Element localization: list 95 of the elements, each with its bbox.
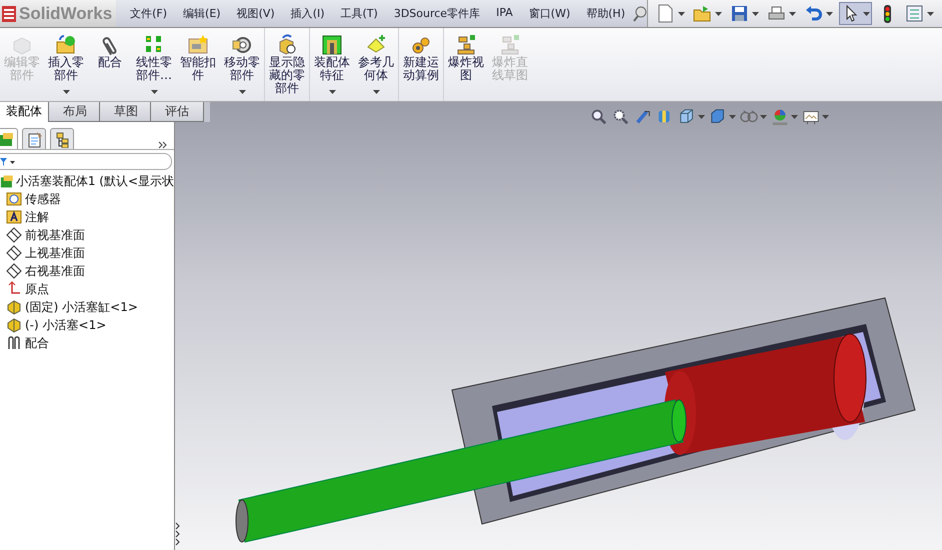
menu-item[interactable]: 文件(F) xyxy=(122,6,176,21)
open-icon xyxy=(693,4,712,23)
tree-item[interactable]: 原点 xyxy=(0,280,174,298)
dropdown-caret[interactable] xyxy=(328,90,336,94)
command-button[interactable]: 装配体特征 xyxy=(309,28,354,101)
dropdown-caret[interactable] xyxy=(62,90,70,94)
dropdown-caret[interactable] xyxy=(372,90,380,94)
tree-item[interactable]: (-) 小活塞<1> xyxy=(0,316,174,334)
explode-icon xyxy=(499,34,521,56)
undo-icon xyxy=(804,4,823,23)
mates-icon xyxy=(6,335,22,351)
panel-tab[interactable] xyxy=(22,128,46,149)
orientation-icon xyxy=(678,108,696,126)
tree-icon xyxy=(0,130,14,148)
save-icon xyxy=(730,4,749,23)
dropdown-caret[interactable] xyxy=(927,12,934,16)
command-button[interactable]: 新建运动算例 xyxy=(398,28,443,101)
dropdown-caret[interactable] xyxy=(789,12,796,16)
scene-button[interactable] xyxy=(802,108,829,126)
zoom-fit-icon xyxy=(590,108,608,126)
origin-icon xyxy=(6,281,22,297)
menu-item[interactable]: 3DSource零件库 xyxy=(386,6,488,21)
assembly-icon xyxy=(0,174,13,188)
plane-icon xyxy=(6,227,22,243)
zoom-fit-button[interactable] xyxy=(590,108,608,126)
tree-item[interactable]: 传感器 xyxy=(0,190,174,208)
dropdown-caret[interactable] xyxy=(729,115,736,119)
dropdown-caret[interactable] xyxy=(238,90,246,94)
menu-item[interactable]: 视图(V) xyxy=(228,6,283,21)
expand-icon[interactable] xyxy=(158,141,168,149)
annotation-icon xyxy=(6,209,22,225)
filter-icon xyxy=(0,156,16,166)
splitter-handle[interactable] xyxy=(175,521,181,547)
menu-item[interactable]: 编辑(E) xyxy=(175,6,229,21)
part-icon xyxy=(6,299,22,315)
menu-item[interactable]: 工具(T) xyxy=(332,6,386,21)
command-button[interactable]: 移动零部件 xyxy=(220,28,264,101)
dropdown-caret[interactable] xyxy=(760,115,767,119)
tab[interactable]: 装配体 xyxy=(0,102,51,122)
zoom-area-icon xyxy=(612,108,630,126)
menu-item[interactable]: 窗口(W) xyxy=(520,6,578,21)
property-icon xyxy=(26,130,42,148)
dropdown-caret[interactable] xyxy=(826,12,833,16)
dropdown-caret[interactable] xyxy=(698,115,705,119)
orientation-button[interactable] xyxy=(678,108,705,126)
insert-icon xyxy=(55,34,77,56)
appearance-button[interactable] xyxy=(771,108,798,126)
command-button[interactable]: 爆炸视图 xyxy=(443,28,488,101)
tree-item[interactable]: 右视基准面 xyxy=(0,262,174,280)
appearance-icon xyxy=(771,108,789,126)
command-button[interactable]: 插入零部件 xyxy=(44,28,88,101)
plane-icon xyxy=(6,263,22,279)
display-button[interactable] xyxy=(709,108,736,126)
dropdown-caret[interactable] xyxy=(715,12,722,16)
app-name: SolidWorks xyxy=(19,4,112,24)
command-button[interactable]: 参考几何体 xyxy=(354,28,398,101)
tab[interactable]: 布局 xyxy=(48,102,102,122)
command-button[interactable]: 配合 xyxy=(88,28,132,101)
logo-icon xyxy=(2,6,16,22)
scene-icon xyxy=(802,108,820,126)
tree-item[interactable]: 小活塞装配体1 (默认<显示状 xyxy=(0,172,174,190)
menu-item[interactable]: 插入(I) xyxy=(282,6,333,21)
menu-item[interactable]: IPA xyxy=(488,6,521,21)
command-button[interactable]: 显示隐藏的零部件 xyxy=(264,28,309,101)
zoom-area-button[interactable] xyxy=(612,108,630,126)
options-icon xyxy=(905,4,924,23)
fastener-icon xyxy=(187,34,209,56)
dropdown-caret[interactable] xyxy=(863,12,870,16)
tree-item[interactable]: 上视基准面 xyxy=(0,244,174,262)
dropdown-caret[interactable] xyxy=(822,115,829,119)
move-icon xyxy=(231,34,253,56)
command-button[interactable]: 线性零部件… xyxy=(132,28,176,101)
tab[interactable]: 评估 xyxy=(150,102,204,122)
tree-item[interactable]: 前视基准面 xyxy=(0,226,174,244)
command-button[interactable]: 智能扣件 xyxy=(176,28,220,101)
dropdown-caret[interactable] xyxy=(752,12,759,16)
plane-icon xyxy=(6,245,22,261)
new-icon xyxy=(656,4,675,23)
tab[interactable]: 草图 xyxy=(99,102,153,122)
menu-item[interactable]: 帮助(H) xyxy=(578,6,634,21)
tree-item[interactable]: (固定) 小活塞缸<1> xyxy=(0,298,174,316)
panel-tab[interactable] xyxy=(50,128,74,149)
dropdown-caret[interactable] xyxy=(678,12,685,16)
select-button[interactable] xyxy=(839,2,872,25)
config-icon xyxy=(54,130,70,148)
part-icon xyxy=(6,317,22,333)
filter-field[interactable] xyxy=(0,153,172,170)
sensor-icon xyxy=(6,191,22,207)
tree-item[interactable]: 注解 xyxy=(0,208,174,226)
tree-item[interactable]: 配合 xyxy=(0,334,174,352)
display-icon xyxy=(709,108,727,126)
dropdown-caret[interactable] xyxy=(150,90,158,94)
explode-icon xyxy=(455,34,477,56)
dropdown-caret[interactable] xyxy=(791,115,798,119)
feature-icon xyxy=(321,34,343,56)
